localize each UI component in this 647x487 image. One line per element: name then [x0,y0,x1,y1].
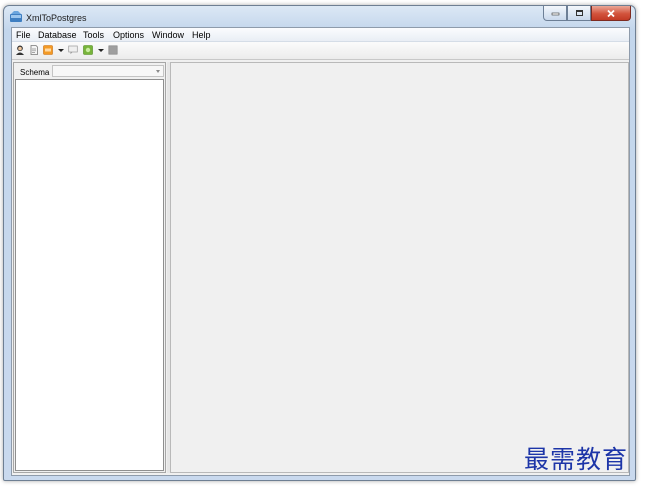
app-icon [10,11,22,22]
document-icon[interactable] [29,45,39,55]
close-icon [607,9,615,17]
menu-tools[interactable]: Tools [83,30,104,40]
minimize-button[interactable] [543,6,567,21]
chevron-down-icon[interactable] [58,49,64,52]
minimize-icon [551,12,559,15]
watermark-text: 最需教育 [524,445,629,474]
menu-bar: File Database Tools Options Window Help [12,28,629,42]
user-icon[interactable] [15,45,25,55]
window-title: XmlToPostgres [26,13,87,23]
app-window: XmlToPostgres File Database Tools Option… [3,5,636,481]
schema-label: Schema [20,68,50,77]
orange-app-icon[interactable] [43,45,53,55]
close-button[interactable] [591,6,631,21]
menu-window[interactable]: Window [152,30,184,40]
stop-icon[interactable] [108,45,118,55]
schema-dropdown[interactable] [52,65,164,77]
restore-icon [575,10,583,16]
toolbar [12,42,629,60]
chevron-down-icon [156,70,160,73]
menu-file[interactable]: File [16,30,31,40]
green-app-icon[interactable] [83,45,93,55]
chevron-down-icon[interactable] [98,49,104,52]
maximize-button[interactable] [567,6,591,21]
menu-options[interactable]: Options [113,30,144,40]
title-bar[interactable]: XmlToPostgres [4,6,635,26]
menu-database[interactable]: Database [38,30,77,40]
schema-panel: Schema [13,62,166,473]
schema-tree[interactable] [15,79,164,471]
speech-bubble-icon[interactable] [68,45,78,55]
main-workspace[interactable] [170,62,629,473]
menu-help[interactable]: Help [192,30,211,40]
client-area: File Database Tools Options Window Help [11,27,630,476]
caption-buttons [543,6,631,23]
